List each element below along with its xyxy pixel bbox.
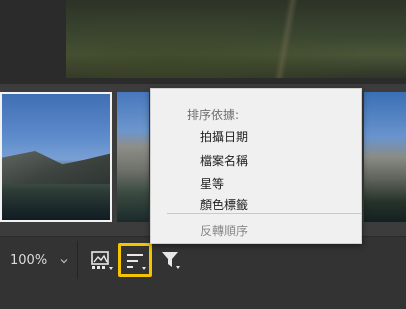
thumbnail[interactable]	[364, 92, 406, 222]
menu-item-reverse-order[interactable]: 反轉順序	[200, 222, 248, 239]
thumbnail-image	[2, 151, 110, 184]
thumbnail[interactable]	[117, 92, 149, 222]
zoom-value[interactable]: 100%	[10, 253, 47, 268]
sort-button[interactable]	[118, 243, 152, 277]
preview-image	[66, 0, 406, 78]
bottom-toolbar: 100%	[0, 236, 406, 309]
preview-area	[0, 0, 406, 84]
menu-separator	[167, 213, 361, 214]
menu-item-rating[interactable]: 星等	[200, 175, 224, 192]
sort-menu: 排序依據: 拍攝日期 檔案名稱 星等 顏色標籤 反轉順序	[150, 88, 362, 244]
menu-item-capture-date[interactable]: 拍攝日期	[200, 128, 248, 145]
funnel-icon[interactable]	[160, 249, 182, 271]
menu-item-color-label[interactable]: 顏色標籤	[200, 196, 248, 213]
chevron-down-icon[interactable]	[60, 257, 68, 265]
menu-item-filename[interactable]: 檔案名稱	[200, 152, 248, 169]
divider	[77, 241, 78, 279]
sort-menu-header: 排序依據:	[187, 108, 240, 122]
image-filter-icon[interactable]	[90, 249, 114, 271]
thumbnail-selected[interactable]	[0, 92, 112, 222]
sort-lines-icon	[127, 254, 146, 270]
